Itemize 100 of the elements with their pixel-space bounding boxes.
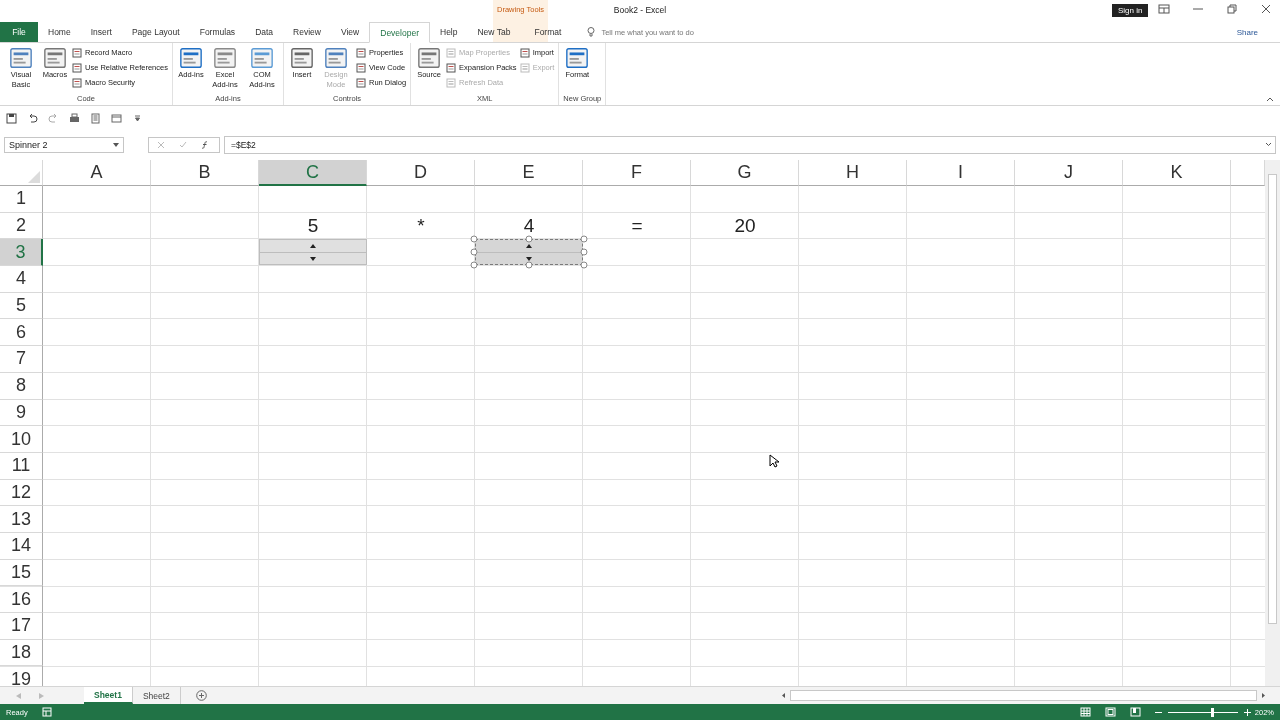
lightbulb-icon xyxy=(587,27,596,37)
row-header[interactable]: 13 xyxy=(0,506,43,533)
ribbon-tab[interactable]: View xyxy=(330,22,370,42)
restore-icon[interactable] xyxy=(1226,3,1238,15)
row-header[interactable]: 4 xyxy=(0,266,43,293)
page-layout-icon[interactable] xyxy=(1104,707,1116,717)
column-header[interactable]: B xyxy=(151,160,259,186)
ribbon-tab[interactable]: Home xyxy=(38,22,81,42)
row-header[interactable]: 1 xyxy=(0,186,43,213)
column-header[interactable]: D xyxy=(367,160,475,186)
form-icon xyxy=(248,46,275,70)
checkmark-icon[interactable] xyxy=(179,141,187,149)
cursor-icon xyxy=(769,454,779,468)
cell-value: = xyxy=(631,215,643,238)
cell-value: 20 xyxy=(734,215,756,238)
slider-thumb[interactable] xyxy=(1211,707,1215,717)
row-header[interactable]: 15 xyxy=(0,559,43,587)
form-icon xyxy=(355,62,366,73)
cell-value: 4 xyxy=(523,215,535,238)
ribbon-tab[interactable]: Data xyxy=(245,22,284,42)
ribbon-tab[interactable]: Review xyxy=(283,22,331,42)
column-header[interactable]: J xyxy=(1015,160,1123,186)
form-icon xyxy=(288,46,315,70)
form-icon xyxy=(177,46,204,70)
row-header[interactable]: 9 xyxy=(0,399,43,427)
ribbon-tab[interactable]: File xyxy=(0,22,38,42)
row-header[interactable]: 14 xyxy=(0,532,43,560)
ribbon-display-icon[interactable] xyxy=(1158,3,1170,15)
window-title: Book2 - Excel xyxy=(613,5,667,15)
form-icon xyxy=(416,46,443,70)
collapse-icon[interactable] xyxy=(1266,96,1274,102)
column-header[interactable]: H xyxy=(799,160,907,186)
form-icon xyxy=(564,46,591,70)
ribbon-tab[interactable]: Help xyxy=(430,22,468,42)
add-icon[interactable] xyxy=(195,690,207,701)
ribbon-tab[interactable]: Developer xyxy=(369,22,430,43)
column-header[interactable]: K xyxy=(1123,160,1231,186)
form-icon xyxy=(211,46,238,70)
save-icon[interactable] xyxy=(6,112,17,124)
row-header[interactable]: 7 xyxy=(0,346,43,373)
plus-icon[interactable] xyxy=(1243,708,1251,716)
ribbon-tab[interactable]: Page Layout xyxy=(121,22,190,42)
form-icon xyxy=(519,47,530,58)
down-arrow-icon xyxy=(310,256,316,261)
scrollbar[interactable] xyxy=(779,690,1268,701)
column-header[interactable] xyxy=(1231,160,1265,186)
column-header[interactable]: I xyxy=(907,160,1015,186)
close-icon[interactable] xyxy=(1260,3,1272,15)
form-icon xyxy=(446,47,457,58)
row-header[interactable]: 10 xyxy=(0,426,43,453)
row-header[interactable]: 8 xyxy=(0,372,43,400)
name-box[interactable]: Spinner 2 xyxy=(4,137,124,153)
row-header[interactable]: 3 xyxy=(0,239,43,267)
ribbon-tab[interactable]: New Tab xyxy=(467,22,521,42)
column-header[interactable]: G xyxy=(691,160,799,186)
calculator-icon[interactable] xyxy=(90,112,101,124)
share-button[interactable]: Share xyxy=(1230,22,1264,42)
column-header[interactable]: A xyxy=(43,160,151,186)
cell-value: 5 xyxy=(307,215,319,238)
page-break-icon[interactable] xyxy=(1129,707,1141,717)
form-icon xyxy=(72,62,82,73)
sign-in-button[interactable]: Sign in xyxy=(1112,4,1149,17)
row-header[interactable]: 11 xyxy=(0,452,43,480)
ribbon-tab[interactable]: Formulas xyxy=(189,22,246,42)
form-icon xyxy=(72,47,82,58)
scrollbar[interactable] xyxy=(1265,160,1280,686)
form-icon xyxy=(355,47,366,58)
customize-icon[interactable] xyxy=(132,112,143,124)
row-header[interactable]: 16 xyxy=(0,586,43,613)
undo-icon[interactable] xyxy=(27,112,38,124)
row-header[interactable]: 6 xyxy=(0,319,43,347)
expand-icon xyxy=(1265,141,1272,147)
redo-icon[interactable] xyxy=(48,112,59,124)
left-arrow-icon[interactable] xyxy=(779,691,788,700)
formula-field[interactable]: =$E$2 xyxy=(224,136,1276,154)
column-header[interactable]: F xyxy=(583,160,691,186)
form-icon xyxy=(446,77,457,88)
up-arrow-icon xyxy=(526,244,532,249)
up-arrow-icon xyxy=(310,244,316,249)
column-header[interactable]: E xyxy=(475,160,583,186)
form-icon xyxy=(42,46,68,70)
down-arrow-icon xyxy=(526,256,532,261)
right-arrow-icon[interactable] xyxy=(1259,691,1268,700)
printer-icon[interactable] xyxy=(69,112,80,124)
macro-recording-icon[interactable] xyxy=(41,707,52,717)
form-icon xyxy=(519,62,530,73)
column-header[interactable]: C xyxy=(259,160,367,186)
row-header[interactable]: 5 xyxy=(0,292,43,320)
grid-view-icon[interactable] xyxy=(1079,707,1091,717)
row-header[interactable]: 18 xyxy=(0,639,43,667)
ribbon-tab[interactable]: Insert xyxy=(80,22,122,42)
function-icon[interactable] xyxy=(201,141,209,149)
form-icon[interactable] xyxy=(111,112,122,124)
cell-value: * xyxy=(417,215,425,238)
row-header[interactable]: 12 xyxy=(0,479,43,507)
form-icon xyxy=(355,77,366,88)
form-icon xyxy=(72,77,82,88)
row-header[interactable]: 17 xyxy=(0,613,43,640)
sheet-tab[interactable]: Sheet1 xyxy=(84,687,133,704)
ribbon-tab[interactable]: Format xyxy=(520,22,576,42)
